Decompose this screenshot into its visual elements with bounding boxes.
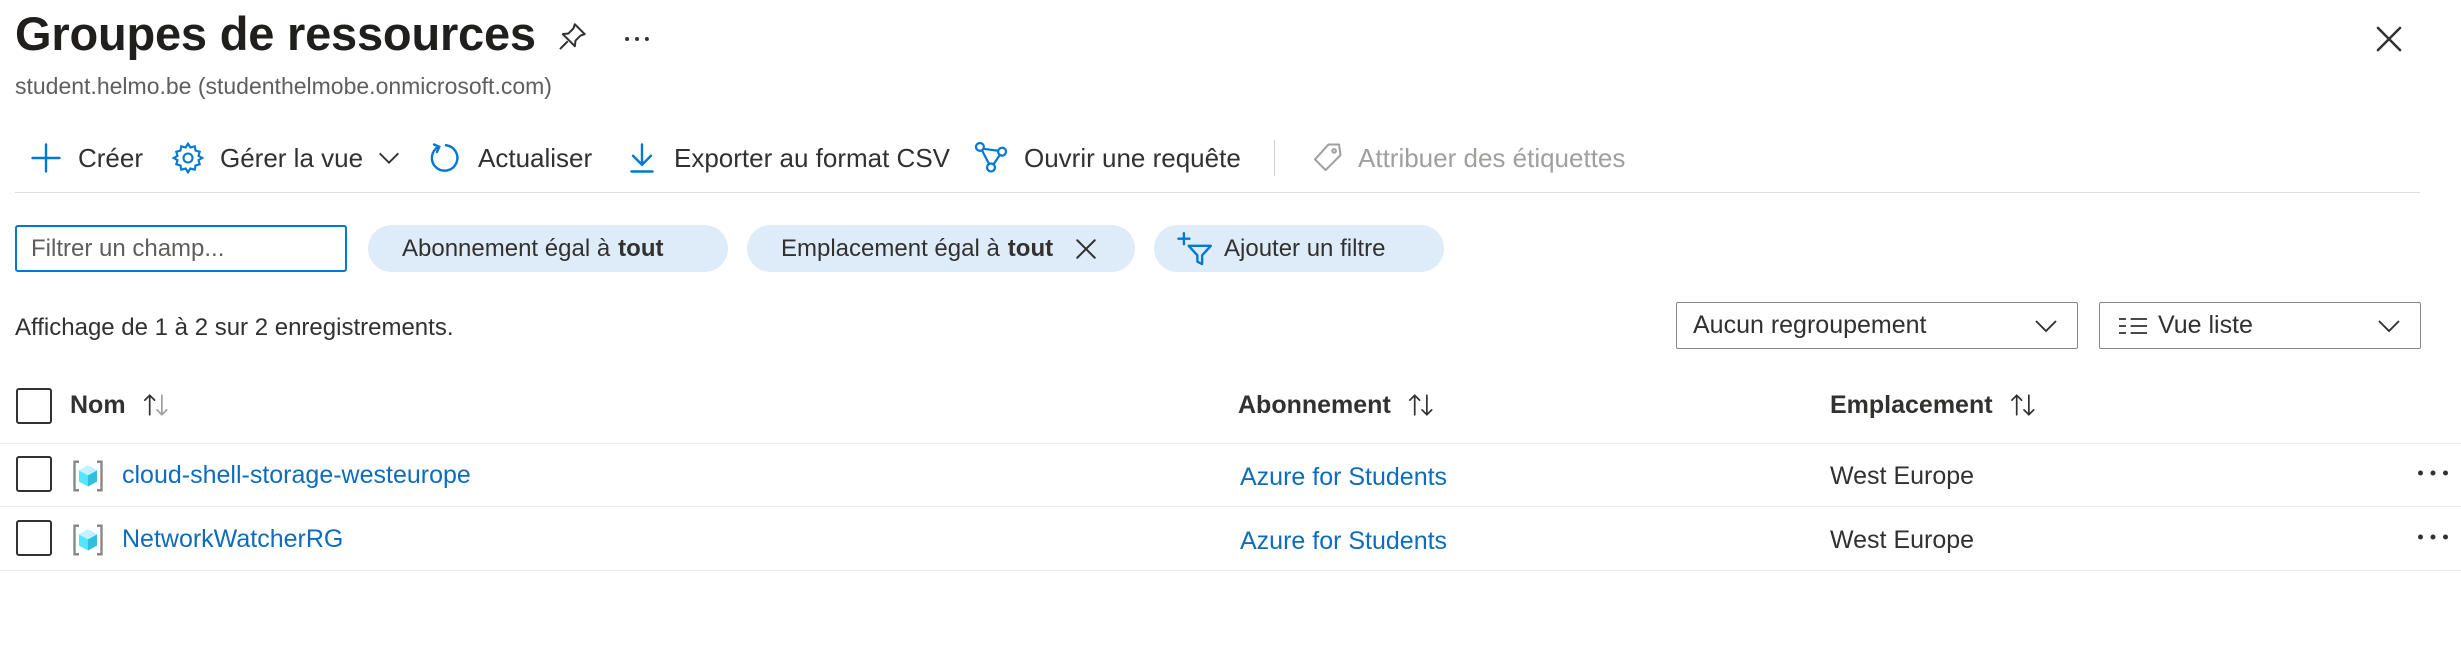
row-checkbox[interactable] bbox=[16, 520, 52, 556]
plus-icon bbox=[31, 143, 61, 173]
download-icon bbox=[630, 143, 654, 173]
row-divider bbox=[0, 506, 2461, 507]
sort-icon bbox=[1408, 394, 1433, 416]
manage-view-button[interactable]: Gérer la vue bbox=[170, 138, 403, 178]
grouping-dropdown[interactable]: Aucun regroupement bbox=[1676, 302, 2078, 349]
location-filter-label: Emplacement égal à bbox=[781, 234, 1000, 262]
resource-group-icon bbox=[70, 458, 106, 494]
create-label: Créer bbox=[78, 142, 144, 173]
select-all-checkbox[interactable] bbox=[16, 388, 52, 424]
subscription-filter-label: Abonnement égal à bbox=[402, 234, 611, 262]
add-filter-label: Ajouter un filtre bbox=[1224, 234, 1386, 262]
chevron-down-icon bbox=[2378, 319, 2400, 332]
location-filter-pill[interactable]: Emplacement égal à tout bbox=[747, 225, 1135, 272]
manage-view-label: Gérer la vue bbox=[220, 142, 364, 173]
tag-icon bbox=[1313, 143, 1342, 172]
remove-filter-icon[interactable] bbox=[1071, 234, 1101, 264]
query-icon bbox=[974, 141, 1008, 173]
resource-group-name-link[interactable]: cloud-shell-storage-westeurope bbox=[122, 461, 471, 490]
sort-icon bbox=[143, 394, 168, 416]
pin-icon[interactable] bbox=[555, 20, 589, 54]
toolbar-underline bbox=[15, 192, 2420, 193]
open-query-label: Ouvrir une requête bbox=[1024, 142, 1241, 173]
refresh-label: Actualiser bbox=[478, 142, 593, 173]
row-more-options-icon[interactable] bbox=[2413, 522, 2453, 552]
export-csv-button[interactable]: Exporter au format CSV bbox=[624, 138, 950, 178]
subscription-filter-pill[interactable]: Abonnement égal à tout bbox=[368, 225, 728, 272]
subscription-link[interactable]: Azure for Students bbox=[1240, 527, 1447, 556]
column-header-name[interactable]: Nom bbox=[70, 390, 174, 420]
open-query-button[interactable]: Ouvrir une requête bbox=[972, 138, 1241, 178]
sort-icon bbox=[2010, 394, 2035, 416]
resource-group-icon bbox=[70, 522, 106, 558]
add-filter-pill[interactable]: Ajouter un filtre bbox=[1154, 225, 1444, 272]
chevron-down-icon bbox=[2035, 319, 2057, 332]
filter-field-input[interactable] bbox=[15, 225, 347, 272]
row-checkbox[interactable] bbox=[16, 456, 52, 492]
subscription-link[interactable]: Azure for Students bbox=[1240, 463, 1447, 492]
column-name-label: Nom bbox=[70, 390, 126, 419]
row-more-options-icon[interactable] bbox=[2413, 458, 2453, 488]
add-filter-icon bbox=[1177, 231, 1213, 265]
gear-icon bbox=[171, 141, 205, 175]
page-subtitle: student.helmo.be (studenthelmobe.onmicro… bbox=[15, 73, 552, 99]
chevron-down-icon bbox=[379, 152, 400, 164]
export-csv-label: Exporter au format CSV bbox=[674, 142, 950, 173]
grouping-selected: Aucun regroupement bbox=[1693, 311, 1927, 339]
view-dropdown[interactable]: Vue liste bbox=[2099, 302, 2421, 349]
resource-group-name-link[interactable]: NetworkWatcherRG bbox=[122, 525, 343, 554]
row-divider bbox=[0, 570, 2461, 571]
refresh-button[interactable]: Actualiser bbox=[428, 138, 592, 178]
records-count: Affichage de 1 à 2 sur 2 enregistrements… bbox=[15, 314, 454, 341]
column-subscription-label: Abonnement bbox=[1238, 390, 1391, 419]
close-icon[interactable] bbox=[2370, 20, 2408, 58]
location-cell: West Europe bbox=[1830, 526, 1975, 554]
assign-tags-label: Attribuer des étiquettes bbox=[1358, 142, 1626, 173]
assign-tags-button[interactable]: Attribuer des étiquettes bbox=[1310, 138, 1625, 178]
column-header-location[interactable]: Emplacement bbox=[1830, 390, 2041, 420]
refresh-icon bbox=[430, 143, 459, 172]
location-cell: West Europe bbox=[1830, 462, 1975, 490]
location-filter-value: tout bbox=[1007, 234, 1054, 262]
column-location-label: Emplacement bbox=[1830, 390, 1993, 419]
view-selected: Vue liste bbox=[2158, 311, 2253, 339]
subscription-filter-value: tout bbox=[618, 234, 664, 262]
column-header-subscription[interactable]: Abonnement bbox=[1238, 390, 1439, 420]
more-options-icon[interactable] bbox=[620, 22, 654, 56]
toolbar-divider bbox=[1274, 140, 1275, 176]
list-view-icon bbox=[2119, 317, 2147, 334]
page-title: Groupes de ressources bbox=[15, 7, 536, 60]
create-button[interactable]: Créer bbox=[28, 138, 143, 178]
header-divider bbox=[0, 443, 2461, 444]
